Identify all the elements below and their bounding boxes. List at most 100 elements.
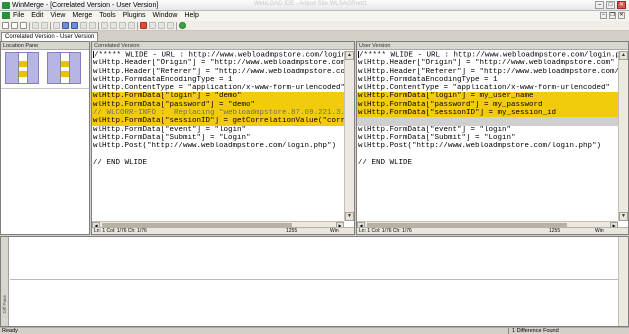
copy-left-icon[interactable]: [110, 22, 117, 29]
ready-status: Ready: [2, 328, 18, 334]
code-line[interactable]: wlHttp.Post("http://www.webloadmpstore.c…: [92, 142, 344, 150]
scroll-up-icon[interactable]: ▲: [345, 51, 354, 60]
code-line[interactable]: wlHttp.FormData["login"] = my_user_name: [357, 92, 618, 101]
code-line[interactable]: wlHttp.FormdataEncodingType = 1: [92, 76, 344, 84]
location-pane[interactable]: Location Pane: [0, 41, 90, 235]
diff-pane[interactable]: Diff Pane: [0, 236, 629, 327]
redo-icon[interactable]: [41, 22, 48, 29]
right-pane-header: User Version: [357, 42, 628, 50]
prev-diff-icon[interactable]: [62, 22, 69, 29]
code-line[interactable]: wlHttp.FormData["password"] = "demo": [92, 100, 344, 110]
code-line[interactable]: wlHttp.FormData["event"] = "login": [357, 126, 618, 134]
code-line[interactable]: wlHttp.FormData["Submit"] = "Login": [357, 134, 618, 142]
maximize-button[interactable]: □: [606, 1, 615, 9]
code-line[interactable]: wlHttp.FormData["login"] = "demo": [92, 92, 344, 101]
plugins-icon[interactable]: [158, 22, 165, 29]
code-line-text: /***** WLIDE - URL : http://www.webloadm…: [94, 51, 344, 60]
menu-plugins[interactable]: Plugins: [123, 11, 146, 21]
left-vertical-scrollbar[interactable]: ▲ ▼: [344, 51, 354, 221]
copy-all-left-icon[interactable]: [128, 22, 135, 29]
menu-edit[interactable]: Edit: [31, 11, 43, 21]
code-line[interactable]: [357, 117, 618, 126]
code-line[interactable]: wlHttp.Header["Referer"] = "http://www.w…: [92, 68, 344, 76]
code-line[interactable]: wlHttp.Header["Origin"] = "http://www.we…: [357, 59, 618, 67]
code-line[interactable]: wlHttp.FormData["Submit"] = "Login": [92, 134, 344, 142]
help-icon[interactable]: [179, 22, 186, 29]
menu-file[interactable]: File: [13, 11, 24, 21]
copy-right-icon[interactable]: [101, 22, 108, 29]
scroll-up-icon[interactable]: ▲: [619, 51, 628, 60]
close-button[interactable]: ✕: [617, 1, 626, 9]
code-line[interactable]: wlHttp.ContentType = "application/x-www-…: [357, 84, 618, 92]
code-line-text: wlHttp.Header["Referer"] = "http://www.w…: [93, 67, 344, 76]
next-diff-icon[interactable]: [71, 22, 78, 29]
current-diff-icon[interactable]: [89, 22, 96, 29]
right-file-thumbnail[interactable]: [47, 52, 81, 84]
code-line-text: wlHttp.FormdataEncodingType = 1: [358, 75, 498, 84]
toolbar: [0, 21, 629, 31]
right-cursor-position: Ln: 1 Col: 1/76 Ch: 1/76: [359, 228, 412, 234]
right-vertical-scrollbar[interactable]: ▲ ▼: [618, 51, 628, 221]
code-line[interactable]: wlHttp.FormData["event"] = "login": [92, 126, 344, 134]
code-line-text: wlHttp.FormData["password"] = "demo": [93, 100, 256, 109]
left-pane-header: Correlated Version: [92, 42, 354, 50]
refresh-icon[interactable]: [140, 22, 147, 29]
code-line-text: wlHttp.FormData["sessionID"] = my_sessio…: [358, 109, 557, 118]
code-line[interactable]: wlHttp.FormData["password"] = my_passwor…: [357, 100, 618, 110]
left-file-thumbnail[interactable]: [5, 52, 39, 84]
code-line[interactable]: [357, 151, 618, 159]
options-icon[interactable]: [149, 22, 156, 29]
code-line[interactable]: wlHttp.Header["Referer"] = "http://www.w…: [357, 68, 618, 76]
save-icon[interactable]: [20, 22, 27, 29]
document-system-icon[interactable]: [2, 12, 10, 19]
diff-pane-scrollbar[interactable]: [618, 237, 628, 326]
doc-restore-button[interactable]: ❐: [609, 12, 616, 19]
last-diff-icon[interactable]: [80, 22, 87, 29]
code-line[interactable]: // END WLIDE: [92, 159, 344, 167]
menu-help[interactable]: Help: [184, 11, 198, 21]
code-line[interactable]: // END WLIDE: [357, 159, 618, 167]
right-code-view[interactable]: /***** WLIDE - URL : http://www.webloadm…: [357, 51, 618, 221]
scroll-down-icon[interactable]: ▼: [619, 212, 628, 221]
undo-icon[interactable]: [32, 22, 39, 29]
tab-correlated-vs-user[interactable]: Correlated Version - User Version: [1, 32, 99, 41]
menu-tools[interactable]: Tools: [99, 11, 115, 21]
menu-bar: File Edit View Merge Tools Plugins Window Help …: [0, 11, 629, 21]
copy-all-right-icon[interactable]: [119, 22, 126, 29]
background-window-title: WebLOAD IDE - Adjust Site WLSAGRoot1: [254, 1, 368, 7]
code-line[interactable]: // WLCORR-INFO : Replacing "webloadmpsto…: [92, 109, 344, 118]
code-line[interactable]: wlHttp.FormData["sessionID"] = my_sessio…: [357, 109, 618, 118]
code-line[interactable]: wlHttp.FormdataEncodingType = 1: [357, 76, 618, 84]
toolbar-separator: [29, 21, 30, 30]
code-line[interactable]: wlHttp.Post("http://www.webloadmpstore.c…: [357, 142, 618, 150]
new-icon[interactable]: [2, 22, 9, 29]
code-line[interactable]: [92, 151, 344, 159]
menu-view[interactable]: View: [50, 11, 65, 21]
code-line-text: wlHttp.FormData["event"] = "login": [358, 125, 512, 134]
minimize-button[interactable]: –: [595, 1, 604, 9]
location-divider: [1, 88, 89, 89]
zoom-icon[interactable]: [167, 22, 174, 29]
menu-merge[interactable]: Merge: [72, 11, 92, 21]
right-codepage: 1255: [549, 228, 561, 234]
left-code-view[interactable]: /***** WLIDE - URL : http://www.webloadm…: [92, 51, 344, 221]
code-line-text: wlHttp.Post("http://www.webloadmpstore.c…: [93, 142, 337, 151]
code-line[interactable]: /***** WLIDE - URL : http://www.webloadm…: [92, 51, 344, 59]
code-line[interactable]: wlHttp.ContentType = "application/x-www-…: [92, 84, 344, 92]
diff-pane-divider[interactable]: [10, 279, 628, 280]
doc-close-button[interactable]: ✕: [618, 12, 625, 19]
first-diff-icon[interactable]: [53, 22, 60, 29]
open-icon[interactable]: [11, 22, 18, 29]
right-file-pane[interactable]: User Version /***** WLIDE - URL : http:/…: [356, 41, 629, 235]
scroll-down-icon[interactable]: ▼: [345, 212, 354, 221]
left-file-pane[interactable]: Correlated Version /***** WLIDE - URL : …: [91, 41, 355, 235]
code-line[interactable]: wlHttp.FormData["sessionID"] = getCorrel…: [92, 117, 344, 126]
code-line[interactable]: wlHttp.Header["Origin"] = "http://www.we…: [92, 59, 344, 67]
code-line[interactable]: /***** WLIDE - URL : http://www.webloadm…: [357, 51, 618, 59]
code-line-text: wlHttp.FormData["Submit"] = "Login": [358, 133, 516, 142]
toolbar-separator: [50, 21, 51, 30]
doc-minimize-button[interactable]: –: [600, 12, 607, 19]
status-bar: Ready 1 Difference Found: [0, 327, 629, 334]
menu-window[interactable]: Window: [153, 11, 178, 21]
toolbar-separator: [176, 21, 177, 30]
